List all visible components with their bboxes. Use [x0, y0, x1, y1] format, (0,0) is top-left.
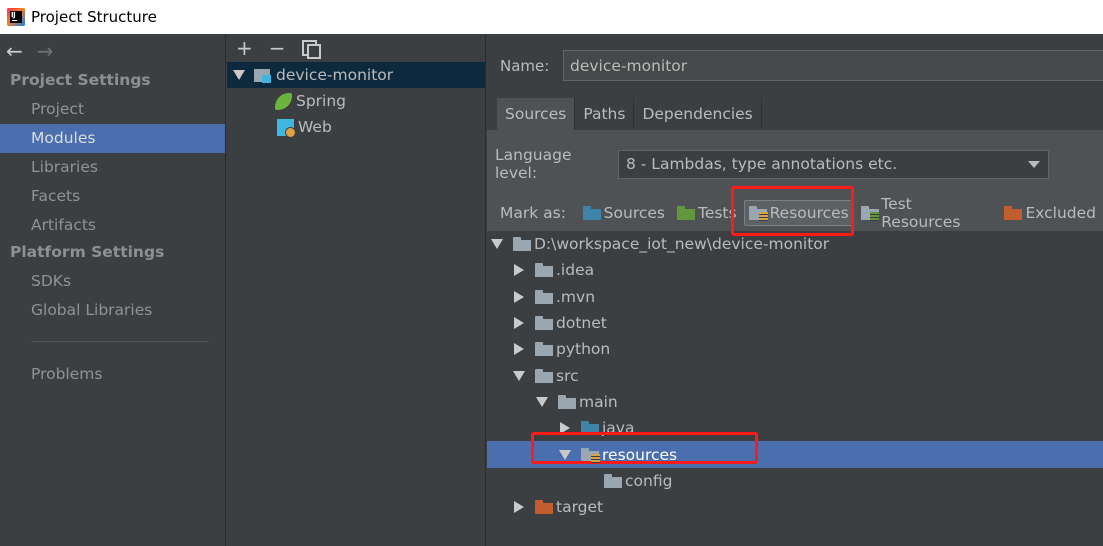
name-row: Name:	[500, 50, 1103, 81]
sidebar-item-libraries[interactable]: Libraries	[0, 153, 225, 182]
forward-arrow-icon[interactable]: →	[37, 41, 54, 61]
language-level-dropdown[interactable]: 8 - Lambdas, type annotations etc.	[618, 149, 1049, 179]
tree-row-config[interactable]: config	[487, 468, 1103, 494]
expand-arrow-icon[interactable]	[536, 396, 548, 407]
platform-settings-heading: Platform Settings	[10, 243, 165, 261]
mark-test-resources-label: Test Resources	[881, 195, 961, 231]
module-tree-item-spring[interactable]: Spring	[227, 88, 485, 114]
folder-icon	[513, 237, 531, 252]
folder-icon	[558, 394, 576, 409]
tree-row-target[interactable]: target	[487, 494, 1103, 520]
language-level-value: 8 - Lambdas, type annotations etc.	[626, 155, 898, 173]
excluded-folder-icon	[1004, 206, 1023, 220]
copy-icon[interactable]	[301, 40, 321, 59]
sidebar-item-sdks[interactable]: SDKs	[0, 267, 225, 296]
tree-row-main[interactable]: main	[487, 389, 1103, 415]
tree-row-mvn[interactable]: .mvn	[487, 284, 1103, 310]
tree-label: target	[556, 498, 604, 517]
tree-row-dotnet[interactable]: dotnet	[487, 310, 1103, 336]
tree-row-python[interactable]: python	[487, 336, 1103, 362]
collapse-arrow-icon[interactable]	[514, 501, 524, 514]
sidebar-item-modules[interactable]: Modules	[0, 124, 225, 153]
highlight-box-resources-row	[531, 432, 758, 464]
folder-icon	[535, 368, 553, 383]
remove-module-button[interactable]: −	[269, 36, 286, 60]
expand-arrow-icon[interactable]	[491, 239, 503, 250]
add-module-button[interactable]: +	[236, 36, 253, 60]
tree-label: .idea	[556, 261, 595, 280]
folder-icon	[535, 289, 553, 304]
tree-row-idea[interactable]: .idea	[487, 257, 1103, 283]
expand-arrow-icon[interactable]	[513, 370, 525, 381]
module-label: device-monitor	[276, 66, 394, 84]
expand-arrow-icon[interactable]	[233, 70, 245, 80]
navigation-bar: ← →	[0, 34, 225, 68]
title-bar: IJ Project Structure	[0, 0, 1103, 34]
mark-excluded-button[interactable]: Excluded	[999, 200, 1101, 226]
module-name-input[interactable]	[563, 50, 1103, 81]
test-resources-folder-icon	[860, 206, 880, 221]
language-level-row: Language level: 8 - Lambdas, type annota…	[495, 146, 1049, 182]
excluded-folder-icon	[535, 500, 553, 515]
module-tree-item-web[interactable]: Web	[227, 114, 485, 140]
sidebar-item-project[interactable]: Project	[0, 95, 225, 124]
tree-label: src	[556, 366, 579, 385]
language-level-label: Language level:	[495, 146, 572, 182]
tree-label: dotnet	[556, 314, 607, 333]
tree-row-src[interactable]: src	[487, 362, 1103, 388]
source-folder-icon	[582, 206, 601, 220]
collapse-arrow-icon[interactable]	[514, 264, 524, 277]
tree-label: python	[556, 340, 611, 359]
tree-label: main	[579, 392, 618, 411]
module-tabs: Sources Paths Dependencies	[497, 98, 762, 130]
mark-as-label: Mark as:	[500, 204, 566, 222]
facet-label: Web	[298, 118, 332, 136]
name-label: Name:	[500, 56, 550, 75]
tab-paths[interactable]: Paths	[575, 98, 635, 130]
tree-label: .mvn	[556, 287, 596, 306]
web-icon	[277, 118, 296, 138]
window-title: Project Structure	[31, 8, 157, 26]
tree-label: config	[625, 471, 673, 490]
folder-icon	[604, 473, 622, 488]
back-arrow-icon[interactable]: ←	[6, 41, 23, 61]
modules-panel: + − device-monitor Spring Web	[227, 34, 486, 546]
folder-icon	[535, 316, 553, 331]
collapse-arrow-icon[interactable]	[514, 317, 524, 330]
sidebar-item-facets[interactable]: Facets	[0, 182, 225, 211]
module-tree-item-device-monitor[interactable]: device-monitor	[227, 62, 485, 88]
sidebar-item-problems[interactable]: Problems	[0, 360, 225, 389]
highlight-box-resources-button	[731, 186, 854, 236]
collapse-arrow-icon[interactable]	[514, 290, 524, 303]
test-folder-icon	[676, 206, 695, 220]
tab-sources[interactable]: Sources	[497, 98, 576, 130]
spring-icon	[275, 92, 292, 110]
sidebar-divider	[31, 341, 209, 342]
collapse-arrow-icon[interactable]	[514, 343, 524, 356]
tab-dependencies[interactable]: Dependencies	[634, 98, 762, 130]
content-root-tree: D:\workspace_iot_new\device-monitor .ide…	[487, 231, 1103, 520]
intellij-app-icon: IJ	[7, 8, 25, 26]
mark-sources-button[interactable]: Sources	[578, 200, 670, 226]
facet-label: Spring	[296, 92, 347, 110]
module-details-panel: Name: Sources Paths Dependencies Languag…	[487, 34, 1103, 546]
mark-test-resources-button[interactable]: Test Resources	[856, 195, 998, 231]
settings-sidebar: ← → Project Settings Project Modules Lib…	[0, 34, 226, 546]
folder-icon	[535, 263, 553, 278]
tree-label: D:\workspace_iot_new\device-monitor	[534, 235, 830, 254]
sidebar-item-artifacts[interactable]: Artifacts	[0, 211, 225, 240]
module-icon	[254, 67, 272, 83]
mark-sources-label: Sources	[603, 204, 665, 222]
chevron-down-icon	[1028, 160, 1040, 168]
project-settings-heading: Project Settings	[10, 71, 151, 89]
sidebar-item-global-libraries[interactable]: Global Libraries	[0, 296, 225, 325]
folder-icon	[535, 342, 553, 357]
modules-toolbar: + −	[227, 34, 485, 62]
mark-excluded-label: Excluded	[1025, 204, 1096, 222]
